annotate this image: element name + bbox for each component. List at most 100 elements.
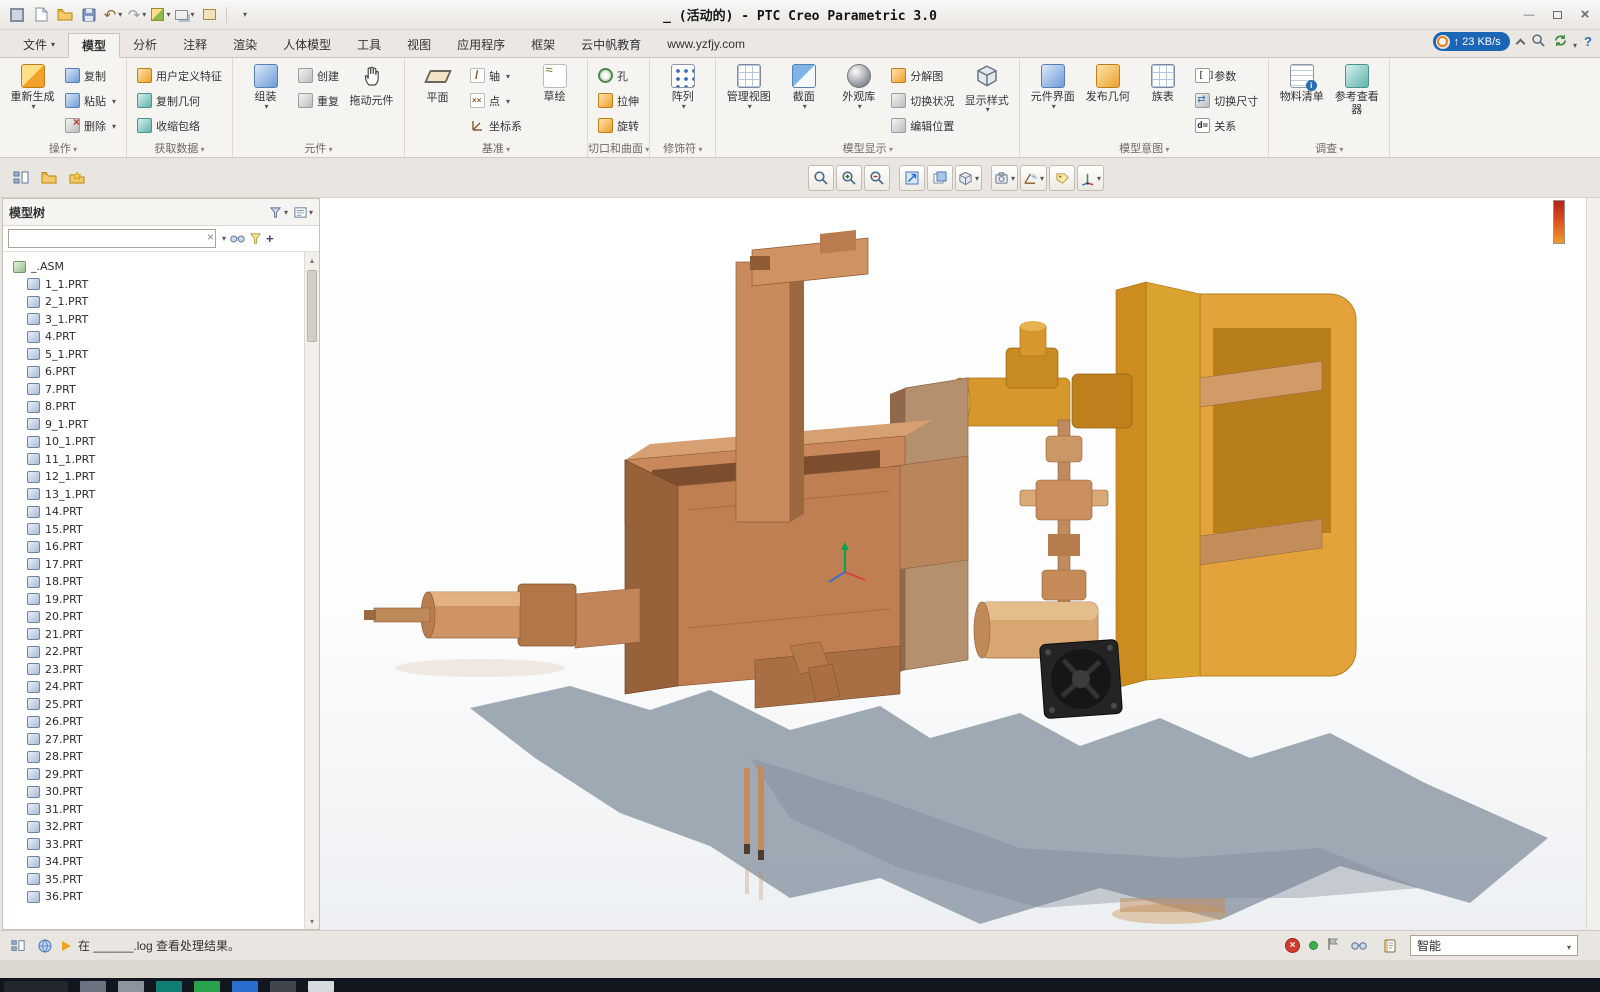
tree-item[interactable]: 36.PRT <box>7 888 302 906</box>
saved-orientations-button[interactable] <box>991 165 1018 191</box>
reference-viewer-button[interactable]: 参考查看器 <box>1329 62 1384 118</box>
tree-item[interactable]: 7.PRT <box>7 381 302 399</box>
customize-toolbar-button[interactable] <box>233 4 255 26</box>
tree-scrollbar[interactable] <box>304 252 319 929</box>
copy-button[interactable]: 复制 <box>60 63 121 88</box>
tree-item[interactable]: 29.PRT <box>7 766 302 784</box>
error-badge[interactable] <box>1285 938 1300 953</box>
find-button[interactable] <box>230 233 245 244</box>
minimize-button[interactable] <box>1520 7 1538 23</box>
edit-position-button[interactable]: 编辑位置 <box>886 113 959 138</box>
tree-item[interactable]: 31.PRT <box>7 801 302 819</box>
tree-item[interactable]: 8.PRT <box>7 398 302 416</box>
sketch-button[interactable]: 草绘 <box>527 62 582 106</box>
tree-item[interactable]: 9_1.PRT <box>7 416 302 434</box>
taskbar-item[interactable] <box>308 981 334 992</box>
tree-item[interactable]: 25.PRT <box>7 696 302 714</box>
tree-item[interactable]: 28.PRT <box>7 748 302 766</box>
tree-item[interactable]: 1_1.PRT <box>7 276 302 294</box>
tree-item[interactable]: 3_1.PRT <box>7 311 302 329</box>
zoom-in-button[interactable] <box>836 165 862 191</box>
ribbon-tab[interactable]: www.yzfjy.com <box>654 32 758 57</box>
copy-geometry-button[interactable]: 复制几何 <box>132 88 227 113</box>
tree-item[interactable]: 15.PRT <box>7 521 302 539</box>
filter-funnel-button[interactable] <box>249 232 262 245</box>
tree-item[interactable]: 26.PRT <box>7 713 302 731</box>
tree-item[interactable]: 33.PRT <box>7 836 302 854</box>
ribbon-tab[interactable]: 工具 <box>344 32 394 57</box>
regenerate-button[interactable]: 重新生成 <box>5 62 60 112</box>
parameters-button[interactable]: 参数 <box>1190 63 1263 88</box>
close-window-button[interactable] <box>198 4 220 26</box>
taskbar-item[interactable] <box>270 981 296 992</box>
udf-button[interactable]: 用户定义特征 <box>132 63 227 88</box>
ribbon-tab[interactable]: 渲染 <box>220 32 270 57</box>
graphics-viewport[interactable] <box>320 198 1600 930</box>
tree-item[interactable]: 19.PRT <box>7 591 302 609</box>
group-label-operations[interactable]: 操作 <box>0 138 126 157</box>
clear-search-icon[interactable] <box>207 230 214 244</box>
extrude-button[interactable]: 拉伸 <box>593 88 644 113</box>
ribbon-tab[interactable]: 框架 <box>518 32 568 57</box>
revolve-button[interactable]: 旋转 <box>593 113 644 138</box>
taskbar-item[interactable] <box>232 981 258 992</box>
delete-button[interactable]: 删除 <box>60 113 121 138</box>
pattern-button[interactable]: 阵列 <box>655 62 710 112</box>
help-button[interactable] <box>1584 34 1592 49</box>
tree-filters-button[interactable] <box>269 206 288 219</box>
tree-item[interactable]: 17.PRT <box>7 556 302 574</box>
undo-button[interactable] <box>102 4 124 26</box>
upload-speed-badge[interactable]: ↑ 23 KB/s <box>1433 32 1510 51</box>
create-button[interactable]: 创建 <box>293 63 344 88</box>
tree-item[interactable]: 24.PRT <box>7 678 302 696</box>
tree-item[interactable]: 12_1.PRT <box>7 468 302 486</box>
model-tree-toggle-button[interactable] <box>8 165 33 190</box>
group-label-get-data[interactable]: 获取数据 <box>127 138 232 157</box>
maximize-button[interactable] <box>1548 7 1566 23</box>
ribbon-tab[interactable]: 文件 <box>10 32 68 57</box>
group-label-model-intent[interactable]: 模型意图 <box>1020 138 1268 157</box>
ribbon-tab[interactable]: 视图 <box>394 32 444 57</box>
taskbar-item[interactable] <box>4 981 68 992</box>
tree-item[interactable]: 32.PRT <box>7 818 302 836</box>
favorites-button[interactable] <box>64 165 89 190</box>
sections-button[interactable]: 截面 <box>776 62 831 112</box>
display-style-button[interactable]: 显示样式 <box>959 62 1014 115</box>
scroll-down-icon[interactable] <box>305 914 319 928</box>
tree-item[interactable]: 35.PRT <box>7 871 302 889</box>
valve-assembly-part[interactable] <box>1020 420 1108 625</box>
tree-item[interactable]: 22.PRT <box>7 643 302 661</box>
fan-block-part[interactable] <box>1040 639 1123 718</box>
group-label-modifiers[interactable]: 修饰符 <box>650 138 715 157</box>
datum-csys-button[interactable]: 坐标系 <box>465 113 527 138</box>
web-browser-toggle-button[interactable] <box>35 936 55 956</box>
tree-item[interactable]: 23.PRT <box>7 661 302 679</box>
windows-button[interactable] <box>174 4 196 26</box>
tree-item[interactable]: 20.PRT <box>7 608 302 626</box>
ribbon-tab[interactable]: 模型 <box>68 33 120 58</box>
refit-button[interactable] <box>899 165 925 191</box>
folder-browser-button[interactable] <box>36 165 61 190</box>
new-file-button[interactable] <box>30 4 52 26</box>
appearances-button[interactable]: 外观库 <box>831 62 886 112</box>
bom-button[interactable]: 物料清单 <box>1274 62 1329 106</box>
add-filter-button[interactable] <box>266 231 274 246</box>
taskbar-item[interactable] <box>156 981 182 992</box>
datum-plane-button[interactable]: 平面 <box>410 62 465 107</box>
datum-axis-button[interactable]: 轴 <box>465 63 527 88</box>
open-folder-button[interactable] <box>54 4 76 26</box>
scrollbar-thumb[interactable] <box>307 270 317 342</box>
ribbon-tab[interactable]: 分析 <box>120 32 170 57</box>
tree-item[interactable]: 30.PRT <box>7 783 302 801</box>
selection-filter-select[interactable]: 智能 <box>1410 935 1578 956</box>
tree-item[interactable]: _.ASM <box>7 258 302 276</box>
group-label-cut-surface[interactable]: 切口和曲面 <box>588 138 649 157</box>
tree-item[interactable]: 34.PRT <box>7 853 302 871</box>
explode-view-button[interactable]: 分解图 <box>886 63 959 88</box>
tree-item[interactable]: 10_1.PRT <box>7 433 302 451</box>
tree-item[interactable]: 21.PRT <box>7 626 302 644</box>
navigator-toggle-button[interactable] <box>8 936 28 956</box>
tree-item[interactable]: 18.PRT <box>7 573 302 591</box>
notebook-button[interactable] <box>1379 935 1401 957</box>
tree-settings-button[interactable] <box>294 206 313 219</box>
